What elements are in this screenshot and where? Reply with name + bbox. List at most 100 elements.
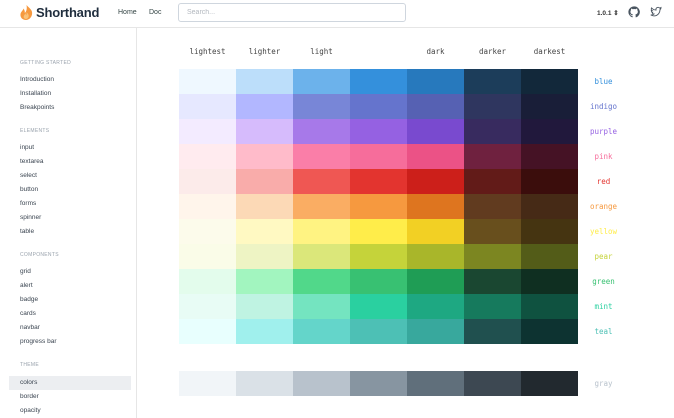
swatch-orange-1[interactable] — [236, 194, 293, 219]
swatch-pear-4[interactable] — [407, 244, 464, 269]
sidebar-item-spinner[interactable]: spinner — [20, 214, 41, 221]
swatch-purple-6[interactable] — [521, 119, 578, 144]
sidebar-item-input[interactable]: input — [20, 144, 34, 151]
swatch-blue-0[interactable] — [179, 69, 236, 94]
sidebar-item-select[interactable]: select — [20, 172, 37, 179]
swatch-indigo-5[interactable] — [464, 94, 521, 119]
swatch-yellow-2[interactable] — [293, 219, 350, 244]
swatch-teal-4[interactable] — [407, 319, 464, 344]
swatch-pear-1[interactable] — [236, 244, 293, 269]
swatch-teal-2[interactable] — [293, 319, 350, 344]
swatch-red-1[interactable] — [236, 169, 293, 194]
swatch-orange-4[interactable] — [407, 194, 464, 219]
swatch-pear-2[interactable] — [293, 244, 350, 269]
brand-logo[interactable]: Shorthand — [20, 5, 99, 20]
swatch-red-6[interactable] — [521, 169, 578, 194]
swatch-mint-5[interactable] — [464, 294, 521, 319]
swatch-orange-5[interactable] — [464, 194, 521, 219]
swatch-blue-2[interactable] — [293, 69, 350, 94]
swatch-yellow-4[interactable] — [407, 219, 464, 244]
swatch-pink-1[interactable] — [236, 144, 293, 169]
sidebar-item-breakpoints[interactable]: Breakpoints — [20, 104, 54, 111]
swatch-teal-6[interactable] — [521, 319, 578, 344]
swatch-mint-3[interactable] — [350, 294, 407, 319]
swatch-pink-5[interactable] — [464, 144, 521, 169]
swatch-green-1[interactable] — [236, 269, 293, 294]
swatch-purple-2[interactable] — [293, 119, 350, 144]
swatch-gray-6[interactable] — [521, 371, 578, 396]
swatch-blue-4[interactable] — [407, 69, 464, 94]
swatch-green-6[interactable] — [521, 269, 578, 294]
swatch-pink-0[interactable] — [179, 144, 236, 169]
swatch-blue-1[interactable] — [236, 69, 293, 94]
swatch-teal-3[interactable] — [350, 319, 407, 344]
swatch-purple-1[interactable] — [236, 119, 293, 144]
swatch-gray-4[interactable] — [407, 371, 464, 396]
github-icon[interactable] — [628, 6, 640, 18]
swatch-indigo-2[interactable] — [293, 94, 350, 119]
swatch-orange-3[interactable] — [350, 194, 407, 219]
sidebar-item-colors[interactable]: colors — [20, 379, 37, 386]
swatch-purple-3[interactable] — [350, 119, 407, 144]
twitter-icon[interactable] — [650, 6, 662, 18]
swatch-gray-0[interactable] — [179, 371, 236, 396]
swatch-green-0[interactable] — [179, 269, 236, 294]
nav-home-link[interactable]: Home — [118, 9, 137, 16]
swatch-green-4[interactable] — [407, 269, 464, 294]
swatch-blue-5[interactable] — [464, 69, 521, 94]
swatch-pink-4[interactable] — [407, 144, 464, 169]
sidebar-item-introduction[interactable]: Introduction — [20, 76, 54, 83]
sidebar-item-installation[interactable]: Installation — [20, 90, 51, 97]
swatch-mint-2[interactable] — [293, 294, 350, 319]
version-select[interactable]: 1.0.1 ⇕ — [597, 9, 619, 17]
swatch-indigo-0[interactable] — [179, 94, 236, 119]
swatch-pink-6[interactable] — [521, 144, 578, 169]
swatch-green-5[interactable] — [464, 269, 521, 294]
swatch-red-5[interactable] — [464, 169, 521, 194]
swatch-blue-6[interactable] — [521, 69, 578, 94]
sidebar-item-navbar[interactable]: navbar — [20, 324, 40, 331]
swatch-red-0[interactable] — [179, 169, 236, 194]
swatch-teal-0[interactable] — [179, 319, 236, 344]
swatch-gray-3[interactable] — [350, 371, 407, 396]
sidebar-item-textarea[interactable]: textarea — [20, 158, 44, 165]
sidebar-item-table[interactable]: table — [20, 228, 34, 235]
nav-doc-link[interactable]: Doc — [149, 9, 161, 16]
swatch-mint-6[interactable] — [521, 294, 578, 319]
swatch-orange-2[interactable] — [293, 194, 350, 219]
swatch-yellow-6[interactable] — [521, 219, 578, 244]
swatch-green-2[interactable] — [293, 269, 350, 294]
search-input[interactable] — [178, 3, 406, 22]
sidebar-item-grid[interactable]: grid — [20, 268, 31, 275]
swatch-pear-5[interactable] — [464, 244, 521, 269]
swatch-mint-1[interactable] — [236, 294, 293, 319]
swatch-pear-0[interactable] — [179, 244, 236, 269]
swatch-yellow-5[interactable] — [464, 219, 521, 244]
swatch-red-4[interactable] — [407, 169, 464, 194]
swatch-teal-1[interactable] — [236, 319, 293, 344]
swatch-gray-2[interactable] — [293, 371, 350, 396]
swatch-yellow-3[interactable] — [350, 219, 407, 244]
swatch-green-3[interactable] — [350, 269, 407, 294]
swatch-orange-6[interactable] — [521, 194, 578, 219]
swatch-red-2[interactable] — [293, 169, 350, 194]
swatch-purple-4[interactable] — [407, 119, 464, 144]
swatch-gray-5[interactable] — [464, 371, 521, 396]
swatch-indigo-4[interactable] — [407, 94, 464, 119]
swatch-teal-5[interactable] — [464, 319, 521, 344]
sidebar-item-opacity[interactable]: opacity — [20, 407, 41, 414]
swatch-pink-3[interactable] — [350, 144, 407, 169]
swatch-purple-5[interactable] — [464, 119, 521, 144]
swatch-orange-0[interactable] — [179, 194, 236, 219]
swatch-red-3[interactable] — [350, 169, 407, 194]
swatch-indigo-3[interactable] — [350, 94, 407, 119]
swatch-mint-0[interactable] — [179, 294, 236, 319]
swatch-purple-0[interactable] — [179, 119, 236, 144]
sidebar-item-alert[interactable]: alert — [20, 282, 33, 289]
swatch-pear-6[interactable] — [521, 244, 578, 269]
sidebar-item-progress-bar[interactable]: progress bar — [20, 338, 57, 345]
swatch-blue-3[interactable] — [350, 69, 407, 94]
swatch-yellow-1[interactable] — [236, 219, 293, 244]
sidebar-item-badge[interactable]: badge — [20, 296, 38, 303]
swatch-gray-1[interactable] — [236, 371, 293, 396]
